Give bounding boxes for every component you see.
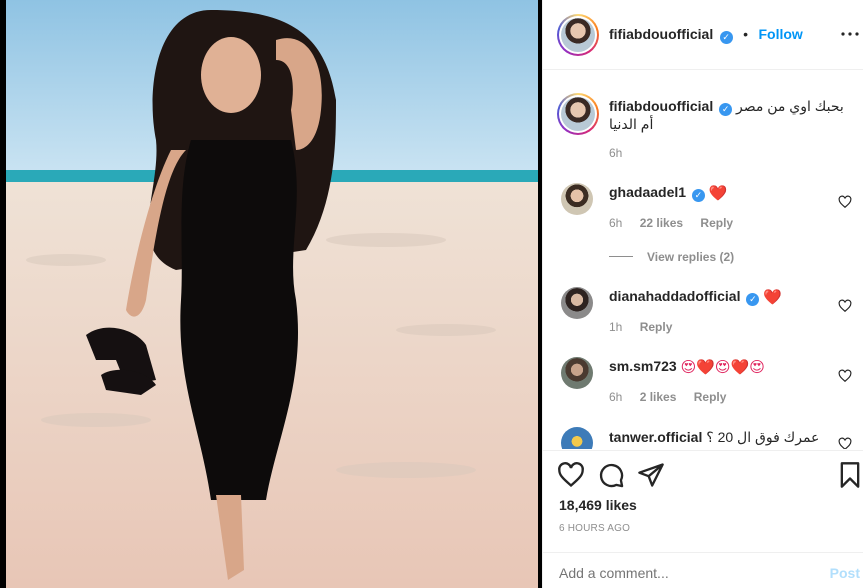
like-comment-heart-icon[interactable] [838, 299, 852, 313]
view-replies-button[interactable]: View replies (2) [609, 250, 748, 264]
separator-dot: • [743, 26, 749, 42]
author-avatar[interactable] [557, 14, 599, 56]
likes-count[interactable]: 18,469 likes [559, 497, 637, 513]
post-actions: 18,469 likes 6 HOURS AGO [543, 450, 863, 550]
commenter-avatar[interactable] [561, 287, 593, 319]
bookmark-icon[interactable] [836, 461, 863, 489]
comment-username[interactable]: sm.sm723 [609, 358, 677, 374]
comment-text: ❤️ [708, 184, 728, 202]
more-icon[interactable] [838, 22, 862, 46]
reply-button[interactable]: Reply [700, 216, 733, 230]
post-header: fifiabdouofficial ✓ • Follow [543, 0, 863, 70]
like-comment-heart-icon[interactable] [838, 437, 852, 449]
comment-likes[interactable]: 2 likes [640, 390, 677, 404]
comment-text: ❤️ [763, 288, 782, 306]
post-photo[interactable] [6, 0, 538, 588]
post-modal: fifiabdouofficial ✓ • Follow fifiabdouof… [0, 0, 863, 588]
reply-button[interactable]: Reply [640, 320, 673, 334]
caption-text-line1: بحبك اوي من مصر [736, 98, 844, 114]
comment-likes[interactable]: 22 likes [640, 216, 683, 230]
beach-photo-illustration [6, 0, 538, 588]
post-comment-button[interactable]: Post [830, 565, 860, 581]
comment-time: 6h [609, 390, 623, 404]
add-comment-bar: Post [543, 552, 863, 588]
like-comment-heart-icon[interactable] [838, 195, 852, 209]
comment-text: عمرك فوق ال 20 ؟ [706, 429, 820, 445]
commenter-avatar[interactable] [561, 183, 593, 215]
commenter-avatar[interactable] [561, 427, 593, 449]
comment-username[interactable]: ghadaadel1 [609, 184, 686, 200]
like-comment-heart-icon[interactable] [838, 369, 852, 383]
heart-icon[interactable] [557, 461, 585, 489]
commenter-avatar[interactable] [561, 357, 593, 389]
verified-badge-icon: ✓ [719, 31, 733, 44]
author-username[interactable]: fifiabdouofficial [609, 26, 713, 42]
replies-line [609, 256, 633, 257]
comments-list[interactable]: fifiabdouofficial ✓ بحبك اوي من مصر أم ا… [543, 71, 863, 449]
reply-button[interactable]: Reply [694, 390, 727, 404]
comment-input[interactable] [559, 565, 799, 581]
follow-button[interactable]: Follow [758, 26, 802, 42]
comment-text: 😍❤️😍❤️😍 [680, 358, 765, 376]
verified-badge-icon: ✓ [746, 293, 760, 306]
post-timestamp: 6 HOURS AGO [559, 523, 631, 534]
comment-username[interactable]: tanwer.official [609, 429, 702, 445]
caption-username[interactable]: fifiabdouofficial [609, 98, 713, 114]
caption-text-line2: أم الدنيا [609, 116, 654, 132]
caption-time: 6h [609, 146, 623, 160]
comment-time: 1h [609, 320, 623, 334]
caption-avatar[interactable] [557, 93, 599, 135]
comment-username[interactable]: dianahaddadofficial [609, 288, 740, 304]
comment-time: 6h [609, 216, 623, 230]
verified-badge-icon: ✓ [719, 103, 733, 116]
share-icon[interactable] [637, 461, 665, 489]
verified-badge-icon: ✓ [691, 189, 705, 202]
post-side-panel: fifiabdouofficial ✓ • Follow fifiabdouof… [542, 0, 863, 588]
comment-icon[interactable] [597, 461, 625, 489]
